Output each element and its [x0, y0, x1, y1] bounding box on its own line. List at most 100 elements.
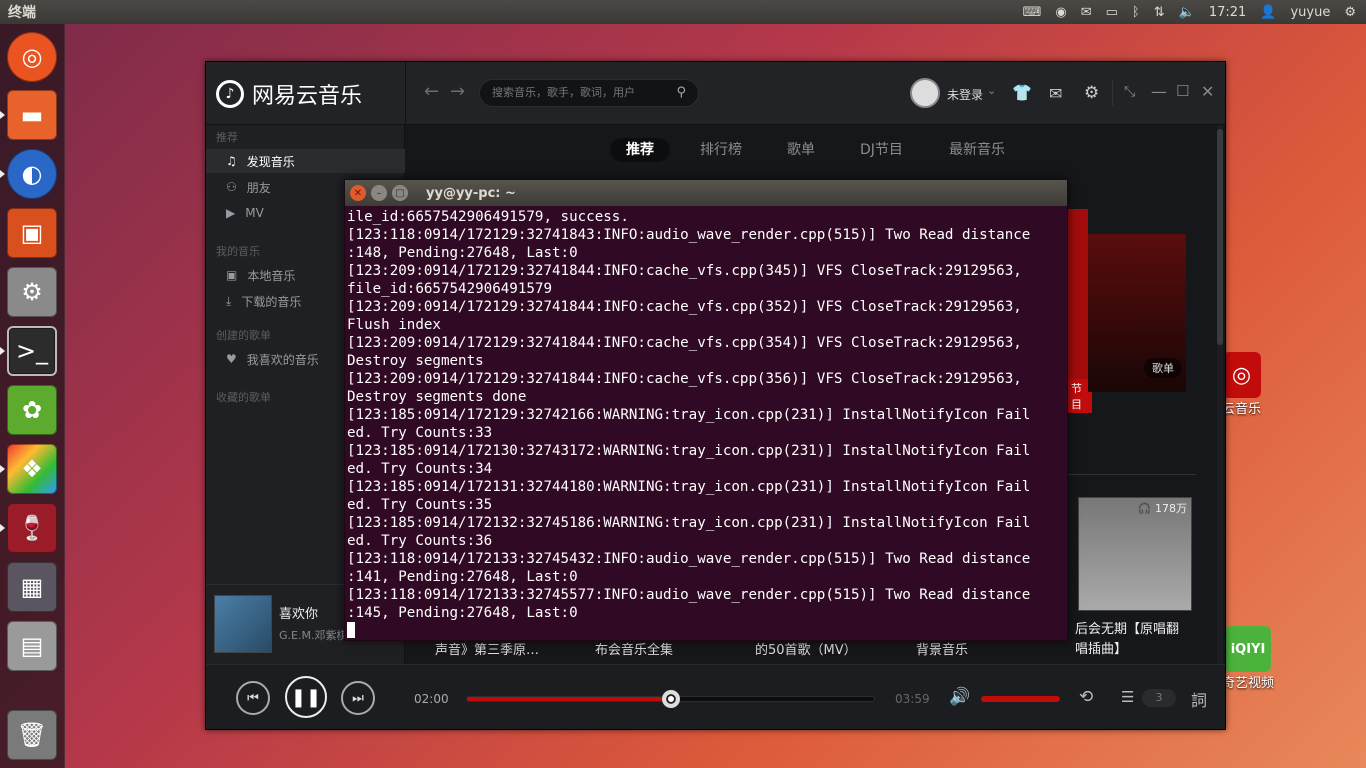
bluetooth-icon[interactable]: ᛒ	[1132, 5, 1140, 20]
playlist-title[interactable]: 声音》第三季原…	[435, 639, 539, 658]
terminal-output[interactable]: ile_id:6657542906491579, success. [123:11…	[347, 208, 1067, 638]
app-tray-icon[interactable]: ◉	[1055, 5, 1066, 20]
pause-button[interactable]: ❚❚	[285, 676, 327, 718]
banner-image[interactable]: 歌单	[1088, 234, 1186, 392]
ubuntu-software-icon[interactable]: ▣	[7, 208, 57, 258]
forward-arrow-icon[interactable]: →	[450, 81, 465, 102]
divider	[1068, 474, 1196, 475]
now-playing-title[interactable]: 喜欢你	[279, 603, 318, 622]
maximize-button[interactable]: □	[392, 185, 408, 201]
terminal-cursor	[347, 622, 355, 638]
minimize-button[interactable]: –	[371, 185, 387, 201]
disk-icon[interactable]: ▤	[7, 621, 57, 671]
terminal-line: Destroy segments	[347, 353, 484, 369]
maximize-icon[interactable]: ☐	[1176, 82, 1189, 100]
desktop-icon-label: 奇艺视频	[1222, 676, 1275, 691]
content-scrollbar[interactable]	[1217, 125, 1223, 664]
now-playing-artist[interactable]: G.E.M.邓紫棋	[279, 627, 345, 643]
terminal-titlebar[interactable]: ✕ – □ yy@yy-pc: ~	[345, 180, 1067, 206]
terminal-line: [123:118:0914/172133:32745432:INFO:audio…	[347, 551, 1031, 567]
repeat-icon[interactable]: ⟲	[1079, 687, 1093, 707]
tab-recommend[interactable]: 推荐	[610, 138, 670, 162]
running-pip	[0, 465, 5, 473]
back-arrow-icon[interactable]: ←	[424, 81, 439, 102]
top-panel: 终端 ⌨ ◉ ✉ ▭ ᛒ ⇅ 🔈 17:21 👤 yuyue ⚙	[0, 0, 1366, 24]
close-icon[interactable]: ✕	[1201, 82, 1214, 101]
next-button[interactable]: ⏭	[341, 681, 375, 715]
user-name[interactable]: yuyue	[1290, 5, 1330, 20]
volume-icon[interactable]: 🔈	[1179, 5, 1195, 20]
running-pip	[0, 347, 5, 355]
terminal-cursor-line	[347, 622, 1067, 638]
chevron-down-icon[interactable]: ⌄	[987, 84, 996, 97]
desktop-icon-iqiyi[interactable]: iQIYI 奇艺视频	[1222, 626, 1274, 691]
running-pip	[0, 170, 5, 178]
tab-dj[interactable]: DJ节目	[844, 138, 919, 162]
login-status[interactable]: 未登录	[947, 86, 983, 103]
volume-icon[interactable]: 🔊	[949, 687, 970, 707]
message-icon[interactable]: ✉	[1049, 84, 1062, 103]
firefox-icon[interactable]: ◐	[7, 149, 57, 199]
workspace-switcher-icon[interactable]: ▦	[7, 562, 57, 612]
album-cover[interactable]	[214, 595, 272, 653]
terminal-window: ✕ – □ yy@yy-pc: ~ ile_id:665754290649157…	[344, 179, 1068, 641]
minimize-icon[interactable]: —	[1151, 82, 1167, 101]
playlist-card-cover[interactable]: 🎧 178万	[1078, 497, 1192, 611]
scrollbar-thumb[interactable]	[1217, 129, 1223, 345]
sidebar-section-created: 创建的歌单	[216, 329, 271, 342]
banner-left-edge[interactable]: 节目	[1068, 209, 1092, 413]
playlist-card-title-line2[interactable]: 唱插曲】	[1075, 638, 1127, 657]
next-icon: ⏭	[352, 690, 364, 706]
queue-count[interactable]: 3	[1142, 689, 1176, 707]
terminal-line: ed. Try Counts:35	[347, 497, 493, 513]
keyboard-icon[interactable]: ⌨	[1023, 5, 1042, 20]
skin-shirt-icon[interactable]: 👕	[1012, 83, 1032, 102]
wine-icon[interactable]: 🍷	[7, 503, 57, 553]
avatar[interactable]	[910, 78, 940, 108]
battery-icon[interactable]: ▭	[1106, 5, 1118, 20]
mail-icon[interactable]: ✉	[1081, 5, 1092, 20]
trash-icon[interactable]: 🗑	[7, 710, 57, 760]
terminal-line: ed. Try Counts:33	[347, 425, 493, 441]
app-logo: ♪ 网易云音乐	[216, 78, 362, 110]
ubuntu-tweak-icon[interactable]: ✿	[7, 385, 57, 435]
volume-slider[interactable]	[981, 696, 1060, 702]
search-input[interactable]: 搜索音乐，歌手，歌词，用户 ⚲	[479, 79, 699, 107]
friends-icon: ⚇	[226, 180, 237, 194]
previous-button[interactable]: ⏮	[236, 681, 270, 715]
close-button[interactable]: ✕	[350, 185, 366, 201]
system-settings-icon[interactable]: ⚙	[7, 267, 57, 317]
playlist-title[interactable]: 背景音乐	[916, 639, 968, 658]
playlist-title[interactable]: 布会音乐全集	[595, 639, 673, 658]
search-icon[interactable]: ⚲	[676, 80, 686, 106]
playlist-title[interactable]: 的50首歌（MV）	[755, 639, 857, 658]
power-gear-icon[interactable]: ⚙	[1344, 5, 1356, 20]
terminal-icon[interactable]: >_	[7, 326, 57, 376]
terminal-line: [123:209:0914/172129:32741844:INFO:cache…	[347, 263, 1022, 279]
ubuntu-dash-icon[interactable]: ◎	[7, 32, 57, 82]
settings-gear-icon[interactable]: ⚙	[1084, 83, 1099, 103]
player-bar: ⏮ ❚❚ ⏭ 02:00 03:59 🔊 ⟲ ☰ 3 詞	[206, 664, 1225, 729]
playlist-card-title-line1[interactable]: 后会无期【原唱翻	[1075, 618, 1179, 637]
tab-charts[interactable]: 排行榜	[684, 138, 758, 162]
previous-icon: ⏮	[247, 690, 259, 706]
desktop-icon-music[interactable]: ◎ 云音乐	[1222, 352, 1261, 417]
tab-playlists[interactable]: 歌单	[771, 138, 831, 162]
playlist-icon[interactable]: ☰	[1121, 688, 1134, 706]
volume-fill	[981, 696, 1060, 702]
lyrics-icon[interactable]: 詞	[1191, 687, 1207, 711]
mini-mode-icon[interactable]: ⤡	[1124, 84, 1135, 100]
progress-knob[interactable]	[661, 690, 680, 708]
clock[interactable]: 17:21	[1209, 5, 1246, 20]
network-icon[interactable]: ⇅	[1154, 5, 1165, 20]
files-icon[interactable]: ▬	[7, 90, 57, 140]
progress-track[interactable]	[466, 690, 875, 708]
terminal-line: :145, Pending:27648, Last:0	[347, 605, 578, 621]
terminal-line: :141, Pending:27648, Last:0	[347, 569, 578, 585]
terminal-line: [123:209:0914/172129:32741844:INFO:cache…	[347, 371, 1022, 387]
sidebar-item-discover[interactable]: ♫ 发现音乐	[206, 149, 405, 173]
user-icon: 👤	[1260, 4, 1277, 20]
tab-new-music[interactable]: 最新音乐	[933, 138, 1021, 162]
play-count: 🎧 178万	[1137, 502, 1187, 515]
app-store-icon[interactable]: ❖	[7, 444, 57, 494]
